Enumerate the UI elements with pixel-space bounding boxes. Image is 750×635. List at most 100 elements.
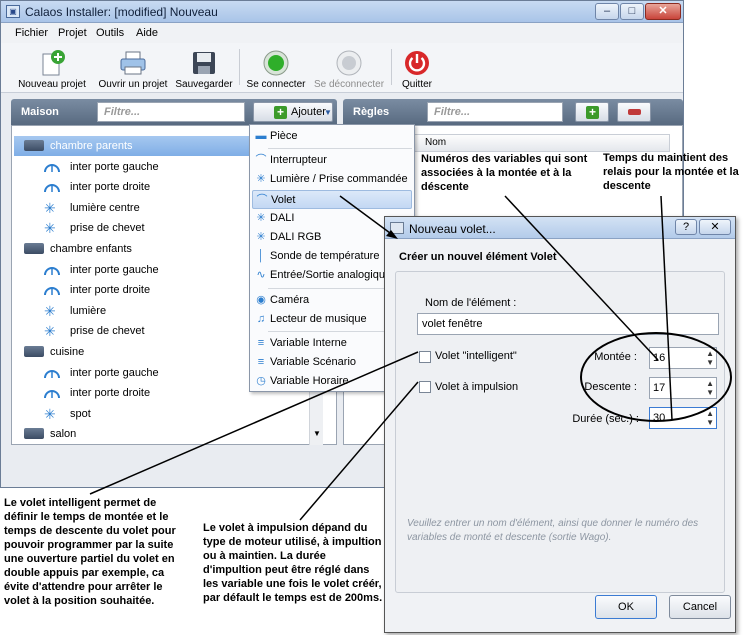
menu-item-label: Lumière / Prise commandée	[270, 173, 408, 186]
impulsion-label: Volet à impulsion	[435, 381, 519, 393]
menu-item-interrupteur[interactable]: ⌒ Interrupteur	[252, 151, 412, 170]
ok-button[interactable]: OK	[595, 595, 657, 619]
tree-device-item[interactable]: ✳ spot	[14, 404, 314, 424]
annotation-impulsion: Le volet à impulsion dépand du type de m…	[203, 522, 383, 604]
hint-text: Veuillez entrer un nom d'élément, ainsi …	[407, 518, 699, 543]
impulsion-checkbox[interactable]	[419, 381, 431, 393]
tree-item-label: inter porte droite	[70, 284, 151, 297]
menu-outils[interactable]: Outils	[96, 27, 124, 39]
maison-filter-input[interactable]: Filtre...	[97, 102, 245, 122]
tree-item-label: inter porte gauche	[70, 366, 159, 379]
thermometer-icon: │	[257, 250, 265, 263]
save-button[interactable]: Sauvegarder	[175, 47, 233, 91]
connect-button[interactable]: Se connecter	[245, 47, 307, 91]
switch-icon: ⌒	[255, 154, 267, 167]
menu-item-label: Variable Interne	[270, 337, 347, 349]
minimize-button[interactable]: –	[595, 3, 619, 20]
quit-button[interactable]: Quitter	[397, 47, 437, 91]
tree-item-label: lumière centre	[70, 201, 140, 214]
room-icon	[24, 428, 44, 440]
element-name-input[interactable]: volet fenêtre	[417, 313, 719, 335]
quit-label: Quitter	[401, 79, 432, 90]
menu-bar: Fichier Projet Outils Aide	[1, 23, 683, 43]
disconnect-button[interactable]: Se déconnecter	[313, 47, 385, 91]
maison-panel-header: Maison Filtre... + Ajouter ▼	[11, 99, 337, 125]
open-project-button[interactable]: Ouvrir un projet	[95, 47, 171, 91]
dialog-heading: Créer un nouvel élément Volet	[399, 251, 557, 263]
app-icon: ▣	[6, 5, 20, 18]
cancel-button[interactable]: Cancel	[669, 595, 731, 619]
menu-item-label: Caméra	[270, 293, 310, 306]
menu-item-label: Variable Scénario	[270, 356, 357, 369]
room-icon: ▬	[255, 130, 267, 142]
menu-fichier[interactable]: Fichier	[15, 27, 48, 39]
light-icon: ✳	[44, 302, 56, 319]
variable-icon: ≡	[257, 356, 265, 369]
regles-remove-button[interactable]	[617, 102, 651, 122]
new-volet-dialog: Nouveau volet... ? ✕ Créer un nouvel élé…	[384, 216, 736, 633]
room-icon	[24, 140, 44, 151]
dialog-title-bar[interactable]: Nouveau volet... ? ✕	[385, 217, 735, 239]
camera-icon: ◉	[256, 293, 266, 306]
new-project-button[interactable]: Nouveau projet	[15, 47, 89, 91]
tree-room-item[interactable]: salon	[14, 424, 314, 444]
tree-item-label: prise de chevet	[70, 325, 145, 338]
menu-item-label: Volet	[271, 193, 296, 206]
column-header-nom[interactable]: Nom	[414, 134, 670, 152]
shutter-icon	[44, 184, 60, 193]
menu-item-label: Variable Horaire	[270, 375, 349, 388]
light-icon: ✳	[44, 405, 56, 422]
menu-separator	[268, 148, 412, 150]
regles-title: Règles	[353, 106, 390, 118]
light-icon: ✳	[44, 220, 56, 237]
help-button[interactable]: ?	[675, 219, 697, 235]
dialog-title: Nouveau volet...	[409, 222, 496, 236]
annotation-circle	[580, 332, 732, 422]
menu-item-lumi-re-prise-command-e[interactable]: ✳ Lumière / Prise commandée	[252, 170, 412, 189]
shutter-icon: ⌒	[256, 193, 268, 206]
tree-item-label: inter porte gauche	[70, 160, 159, 173]
maximize-button[interactable]: □	[620, 3, 644, 20]
analog-icon: ∿	[256, 269, 266, 282]
intelligent-checkbox[interactable]	[419, 351, 431, 363]
annotation-variables: Numéros des variables qui sont associées…	[421, 153, 588, 193]
tree-item-label: cuisine	[50, 346, 85, 358]
disconnect-label: Se déconnecter	[313, 79, 385, 90]
regles-panel-header: Règles Filtre... +	[343, 99, 683, 125]
light-icon: ✳	[44, 199, 56, 216]
menu-item-pi-ce[interactable]: ▬ Pièce	[252, 127, 412, 146]
shutter-icon	[44, 266, 60, 275]
regles-filter-input[interactable]: Filtre...	[427, 102, 563, 122]
menu-aide[interactable]: Aide	[136, 27, 158, 39]
ajouter-button[interactable]: + Ajouter ▼	[253, 102, 333, 122]
tree-item-label: inter porte gauche	[70, 263, 159, 276]
save-label: Sauvegarder	[175, 79, 233, 90]
plus-icon: +	[274, 106, 287, 119]
power-icon	[405, 51, 429, 75]
dialog-window-icon	[390, 222, 404, 234]
minus-icon	[628, 109, 641, 115]
scroll-down-icon[interactable]: ▼	[313, 429, 321, 438]
title-bar[interactable]: ▣ Calaos Installer: [modified] Nouveau –…	[1, 1, 683, 23]
menu-projet[interactable]: Projet	[58, 27, 87, 39]
tree-item-label: chambre enfants	[50, 243, 132, 255]
spin-arrows-icon[interactable]: ▲ ▼	[706, 409, 714, 427]
regles-add-button[interactable]: +	[575, 102, 609, 122]
floppy-disk-icon	[193, 52, 215, 74]
annotation-intelligent: Le volet intelligent permet de définir l…	[4, 497, 176, 607]
variable-icon: ≡	[257, 337, 265, 349]
new-document-icon	[42, 50, 65, 76]
menu-item-volet[interactable]: ⌒ Volet	[252, 189, 412, 209]
toolbar-separator	[239, 49, 240, 85]
menu-item-label: DALI RGB	[270, 231, 322, 243]
menu-item-label: Sonde de température	[270, 250, 380, 263]
menu-item-label: DALI	[270, 211, 295, 224]
window-title: Calaos Installer: [modified] Nouveau	[25, 5, 218, 19]
shutter-icon	[44, 369, 60, 378]
light-icon: ✳	[256, 211, 266, 224]
dialog-close-button[interactable]: ✕	[699, 219, 731, 235]
close-button[interactable]: ✕	[645, 3, 681, 20]
light-icon: ✳	[256, 231, 266, 243]
tree-item-label: chambre parents	[50, 140, 133, 152]
intelligent-label: Volet "intelligent"	[435, 350, 517, 362]
